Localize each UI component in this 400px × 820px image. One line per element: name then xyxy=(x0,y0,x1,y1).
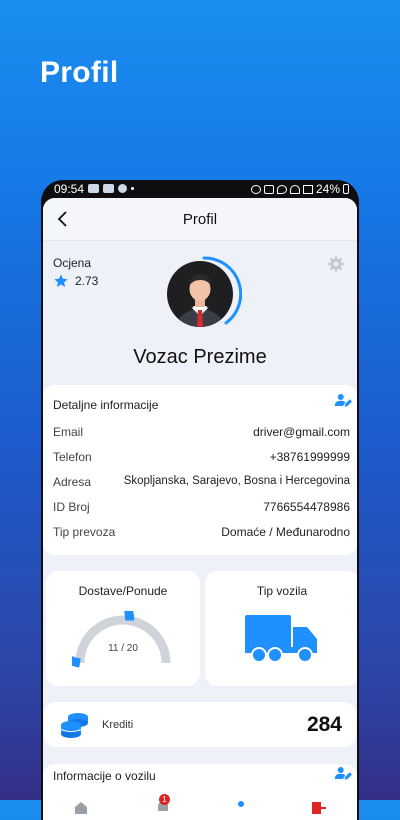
info-value: Skopljanska, Sarajevo, Bosna i Hercegovi… xyxy=(123,475,350,487)
gallery-notification-icon xyxy=(88,184,99,193)
mute-icon xyxy=(263,184,274,194)
rating-value: 2.73 xyxy=(75,274,99,288)
nav-profile-icon[interactable] xyxy=(233,800,249,814)
info-row-id: ID Broj 7766554478986 xyxy=(53,500,350,518)
messenger-notification-icon xyxy=(118,184,127,193)
vehicle-info-title: Informacije o vozilu xyxy=(53,769,156,783)
app-bar: Profil xyxy=(43,198,357,241)
info-label: Email xyxy=(53,425,84,439)
location-icon xyxy=(276,184,287,194)
phone-frame: 09:54 24% Profil Ocjena 2.73 Vozac Prezi… xyxy=(41,180,359,820)
rating: 2.73 xyxy=(53,273,98,289)
info-label: Adresa xyxy=(53,475,92,489)
avatar xyxy=(167,256,242,327)
info-label: ID Broj xyxy=(53,500,90,514)
info-row-transport-type: Tip prevoza Domaće / Međunarodno xyxy=(53,525,350,543)
deliveries-count: 11 / 20 xyxy=(108,643,138,654)
deliveries-gauge xyxy=(72,611,171,668)
more-notifications-icon xyxy=(131,187,134,190)
status-right: 24% xyxy=(250,182,349,196)
signal-icon xyxy=(302,184,313,194)
info-row-phone: Telefon +38761999999 xyxy=(53,450,350,468)
info-value: Domaće / Međunarodno xyxy=(221,525,350,539)
credits-label: Krediti xyxy=(102,719,134,731)
page-title: Profil xyxy=(182,211,218,228)
info-value: +38761999999 xyxy=(269,450,350,464)
deliveries-card[interactable]: Dostave/Ponude 11 / 20 xyxy=(46,571,200,686)
settings-gear-icon[interactable] xyxy=(327,255,345,273)
info-label: Telefon xyxy=(53,450,92,464)
battery-percent: 24% xyxy=(315,182,340,196)
truck-icon xyxy=(245,615,317,663)
info-row-address: Adresa Skopljanska, Sarajevo, Bosna i He… xyxy=(53,475,350,493)
status-bar: 09:54 24% xyxy=(41,180,359,198)
bottom-nav: 1 xyxy=(43,794,357,820)
rating-label: Ocjena xyxy=(53,256,92,270)
info-value: 7766554478986 xyxy=(263,500,350,514)
app-screen: Profil Ocjena 2.73 Vozac Prezime Detaljn… xyxy=(43,198,357,820)
nav-notifications[interactable]: 1 xyxy=(155,794,171,814)
status-time: 09:54 xyxy=(54,182,85,196)
vehicle-type-card[interactable]: Tip vozila xyxy=(205,571,357,686)
edit-user-icon[interactable] xyxy=(334,391,352,409)
battery-icon xyxy=(343,184,349,194)
nav-home-icon[interactable] xyxy=(73,800,89,814)
wifi-icon xyxy=(289,184,300,194)
credits-card[interactable]: Krediti 284 xyxy=(44,702,356,747)
star-icon xyxy=(54,274,68,287)
notification-icons xyxy=(88,184,134,193)
details-card: Detaljne informacije Email driver@gmail.… xyxy=(43,385,357,555)
credits-value: 284 xyxy=(306,713,342,736)
photo-notification-icon xyxy=(103,184,114,193)
nav-logout-icon[interactable] xyxy=(311,800,327,814)
info-row-email: Email driver@gmail.com xyxy=(53,425,350,443)
vehicle-type-title: Tip vozila xyxy=(256,584,308,598)
info-value: driver@gmail.com xyxy=(253,425,350,439)
alarm-icon xyxy=(250,184,261,194)
promo-title: Profil xyxy=(40,56,119,89)
edit-vehicle-icon[interactable] xyxy=(334,764,352,782)
user-name: Vozac Prezime xyxy=(133,346,267,368)
details-title: Detaljne informacije xyxy=(53,398,159,412)
coins-icon xyxy=(60,713,88,738)
info-label: Tip prevoza xyxy=(53,525,116,539)
deliveries-title: Dostave/Ponude xyxy=(78,584,168,598)
